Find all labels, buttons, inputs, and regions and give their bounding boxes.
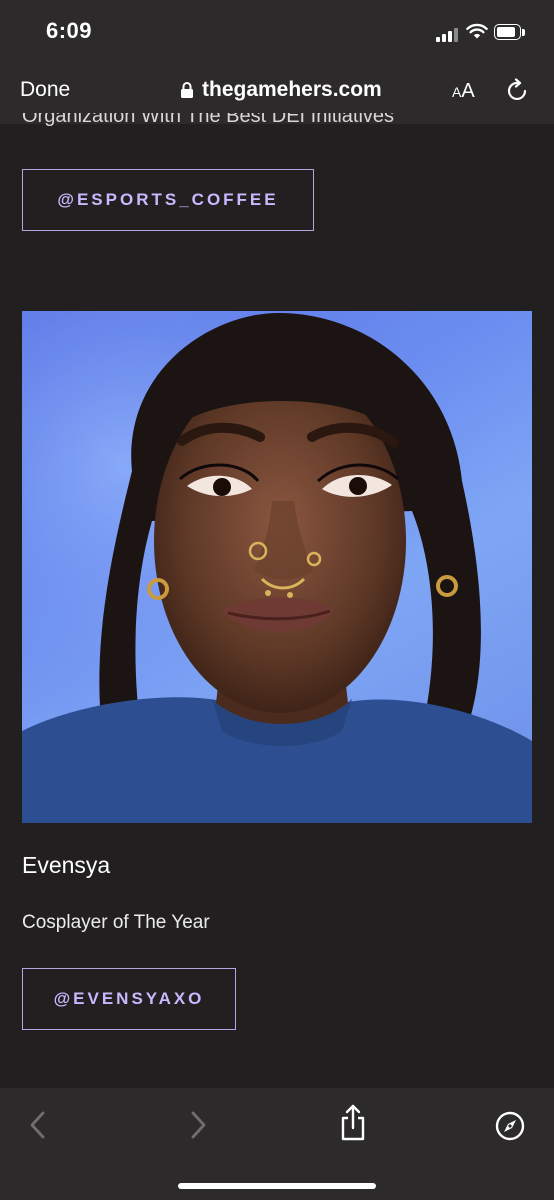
done-button[interactable]: Done <box>20 78 70 102</box>
compass-icon[interactable] <box>494 1110 526 1142</box>
winner-name: Evensya <box>22 852 111 878</box>
lock-icon <box>181 82 193 98</box>
back-icon[interactable] <box>26 1110 50 1140</box>
wifi-icon <box>466 23 488 39</box>
home-indicator <box>178 1183 376 1189</box>
forward-icon[interactable] <box>186 1110 210 1140</box>
winner-award-category: Cosplayer of The Year <box>22 912 210 933</box>
evensyaxo-handle-button[interactable]: @EVENSYAXO <box>22 968 236 1030</box>
cellular-signal-icon <box>436 26 458 42</box>
share-icon[interactable] <box>338 1104 368 1142</box>
address-bar[interactable]: thegamehers.com <box>180 76 382 104</box>
text-size-button[interactable]: AA <box>452 80 475 103</box>
reload-icon[interactable] <box>506 78 530 104</box>
previous-award-text: Organization With The Best DEI Initiativ… <box>22 113 395 127</box>
browser-top-bar: 6:09 Done thegamehers.com AA <box>0 0 554 124</box>
url-text: thegamehers.com <box>202 78 382 101</box>
status-time: 6:09 <box>46 18 93 43</box>
esports-coffee-handle-button[interactable]: @ESPORTS_COFFEE <box>22 169 314 231</box>
battery-icon <box>494 24 526 42</box>
winner-portrait-image <box>22 311 532 823</box>
